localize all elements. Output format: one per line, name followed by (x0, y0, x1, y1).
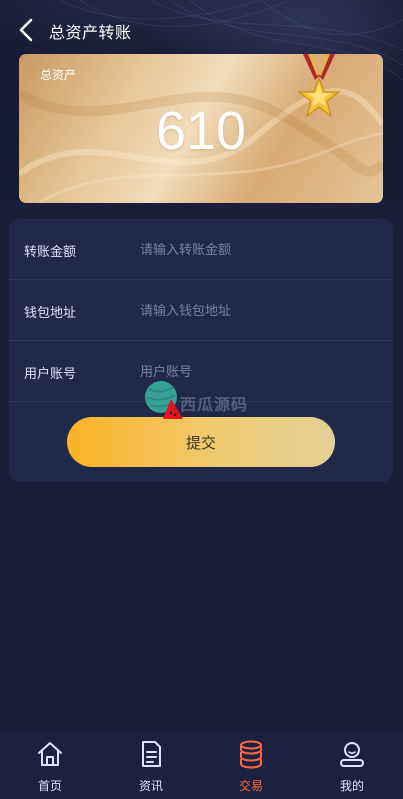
news-icon (142, 741, 161, 767)
page: 总资产转账 总资产 610 转账金额 请输入转账金额 钱包地址 请输入钱包地址 … (0, 0, 403, 799)
tab-news-label: 资讯 (138, 779, 163, 793)
amount-row: 转账金额 (9, 219, 393, 280)
bottom-tab-bar: 首页 资讯 交易 我的 (0, 730, 403, 799)
transfer-form: 转账金额 钱包地址 用户账号 提交 (9, 219, 393, 482)
total-assets-label: 总资产 (40, 68, 77, 82)
watermark: 西瓜源码 (143, 377, 263, 421)
trade-icon (240, 740, 262, 769)
medal-icon (297, 54, 341, 118)
tab-news[interactable]: 资讯 (101, 730, 201, 799)
wallet-address-row: 钱包地址 (9, 280, 393, 341)
tab-home[interactable]: 首页 (0, 730, 100, 799)
profile-icon (340, 742, 364, 767)
user-account-label: 用户账号 (24, 367, 77, 382)
back-button[interactable] (14, 16, 40, 44)
tab-profile-label: 我的 (339, 779, 364, 793)
amount-label: 转账金额 (24, 245, 77, 260)
amount-input[interactable] (140, 233, 380, 267)
tab-profile[interactable]: 我的 (302, 730, 402, 799)
watermark-text: 西瓜源码 (180, 395, 249, 414)
submit-button[interactable]: 提交 (67, 417, 335, 467)
page-title: 总资产转账 (49, 23, 132, 42)
home-icon (38, 742, 62, 766)
chevron-left-icon (19, 18, 33, 42)
tab-home-label: 首页 (37, 779, 62, 793)
wallet-address-label: 钱包地址 (24, 306, 77, 321)
tab-trade[interactable]: 交易 (201, 730, 301, 799)
total-assets-card: 总资产 610 (19, 54, 383, 203)
header: 总资产转账 (0, 10, 403, 50)
wallet-address-input[interactable] (140, 294, 380, 328)
tab-trade-label: 交易 (238, 779, 263, 793)
